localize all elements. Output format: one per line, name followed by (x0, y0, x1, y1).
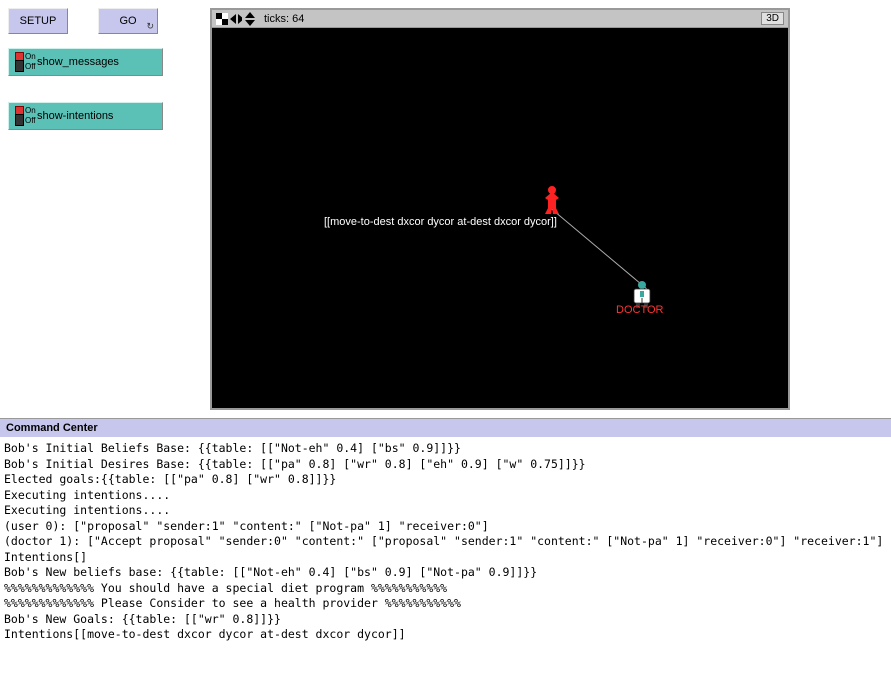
world-view-panel: ticks: 64 3D [[move-to-dest dxcor dycor … (210, 8, 790, 410)
toggle-show-messages[interactable]: On Off show_messages (8, 48, 163, 76)
person-agent (542, 186, 562, 217)
off-label: Off (25, 116, 31, 126)
arrows-ud-icon[interactable] (244, 13, 256, 25)
person-intention-label: [[move-to-dest dxcor dycor at-dest dxcor… (324, 216, 557, 228)
toggle-label: show-intentions (37, 110, 113, 122)
go-button[interactable]: GO (98, 8, 158, 34)
command-center-header: Command Center (0, 418, 891, 437)
switch-icon: On Off (15, 106, 31, 126)
switch-icon: On Off (15, 52, 31, 72)
toggle-label: show_messages (37, 56, 119, 68)
off-label: Off (25, 62, 31, 72)
link-line (551, 208, 647, 289)
3d-button[interactable]: 3D (761, 12, 784, 25)
checker-icon[interactable] (216, 13, 228, 25)
setup-button[interactable]: SETUP (8, 8, 68, 34)
arrows-lr-icon[interactable] (230, 13, 242, 25)
on-label: On (25, 106, 31, 116)
command-center-output: Bob's Initial Beliefs Base: {{table: [["… (0, 437, 891, 647)
toggle-show-intentions[interactable]: On Off show-intentions (8, 102, 163, 130)
world-canvas[interactable]: [[move-to-dest dxcor dycor at-dest dxcor… (212, 28, 788, 408)
doctor-label: DOCTOR (616, 304, 663, 316)
ticks-label: ticks: 64 (264, 13, 753, 25)
on-label: On (25, 52, 31, 62)
